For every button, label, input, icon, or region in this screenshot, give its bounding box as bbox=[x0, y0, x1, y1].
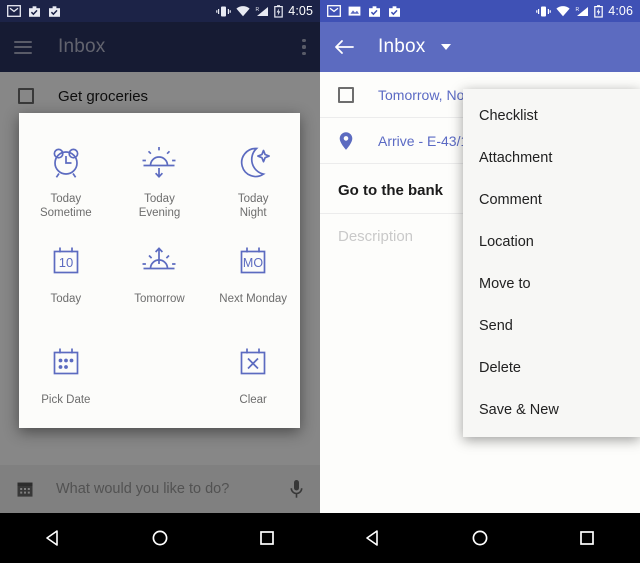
date-option-label: Today Sometime bbox=[39, 193, 92, 219]
calendar-10-icon: 10 bbox=[46, 241, 86, 283]
back-triangle-icon[interactable] bbox=[343, 513, 403, 563]
gmail-icon bbox=[7, 5, 21, 17]
date-option-label: Tomorrow bbox=[134, 293, 185, 306]
calendar-mo-icon: MO bbox=[233, 241, 273, 283]
menu-item-checklist[interactable]: Checklist bbox=[463, 95, 640, 137]
calendar-dots-icon bbox=[46, 342, 86, 384]
date-option-label: Clear bbox=[239, 393, 267, 406]
status-system-icons: R 4:06 bbox=[536, 4, 633, 18]
right-status-bar: R 4:06 bbox=[320, 0, 640, 22]
date-option-label: Pick Date bbox=[41, 393, 91, 406]
left-status-bar: R 4:05 bbox=[0, 0, 320, 22]
status-notification-icons bbox=[7, 5, 61, 18]
date-option-label: Next Monday bbox=[219, 293, 288, 306]
task-icon bbox=[49, 5, 60, 17]
vibrate-icon bbox=[536, 6, 552, 16]
menu-item-attachment[interactable]: Attachment bbox=[463, 137, 640, 179]
task-icon bbox=[29, 5, 40, 17]
right-phone-screen: R 4:06 Inbox Tomorrow, Nov 1 Arrive - E-… bbox=[320, 0, 640, 563]
chevron-down-icon[interactable] bbox=[441, 44, 452, 50]
moon-star-icon bbox=[233, 141, 273, 183]
status-notification-icons bbox=[327, 5, 401, 18]
date-option-pick-date[interactable]: Pick Date bbox=[19, 328, 113, 428]
location-pin-icon bbox=[339, 131, 353, 150]
date-option-today-evening[interactable]: Today Evening bbox=[113, 127, 207, 227]
svg-text:R: R bbox=[256, 7, 260, 13]
menu-item-save-and-new[interactable]: Save & New bbox=[463, 389, 640, 431]
date-option-today-night[interactable]: Today Night bbox=[206, 127, 300, 227]
recents-square-icon[interactable] bbox=[557, 513, 617, 563]
photo-icon bbox=[348, 6, 361, 16]
overflow-popup-menu: Checklist Attachment Comment Location Mo… bbox=[463, 89, 640, 437]
sun-set-icon bbox=[139, 141, 179, 183]
task-icon bbox=[369, 5, 380, 17]
date-option-label: Today bbox=[50, 293, 82, 306]
right-toolbar: Inbox bbox=[320, 22, 640, 72]
back-triangle-icon[interactable] bbox=[23, 513, 83, 563]
menu-item-delete[interactable]: Delete bbox=[463, 347, 640, 389]
wifi-icon bbox=[556, 5, 570, 16]
svg-text:R: R bbox=[576, 7, 580, 13]
date-option-label: Today Night bbox=[237, 193, 269, 219]
status-system-icons: R 4:05 bbox=[216, 4, 313, 18]
android-nav-bar bbox=[320, 513, 640, 563]
home-circle-icon[interactable] bbox=[130, 513, 190, 563]
recents-square-icon[interactable] bbox=[237, 513, 297, 563]
unchecked-checkbox[interactable] bbox=[338, 86, 354, 103]
menu-item-comment[interactable]: Comment bbox=[463, 179, 640, 221]
page-title: Inbox bbox=[378, 36, 426, 57]
dual-screenshot: R 4:05 Inbox Get groceries What would yo… bbox=[0, 0, 640, 563]
signal-roaming-icon: R bbox=[256, 6, 269, 16]
home-circle-icon[interactable] bbox=[450, 513, 510, 563]
battery-charging-icon bbox=[274, 4, 284, 18]
task-detail: Tomorrow, Nov 1 Arrive - E-43/1, P Go to… bbox=[320, 72, 640, 563]
wifi-icon bbox=[236, 5, 250, 16]
date-option-clear[interactable]: Clear bbox=[206, 328, 300, 428]
back-arrow-icon[interactable] bbox=[334, 39, 354, 55]
date-picker-dialog: Today Sometime Today Evening Today Night… bbox=[19, 113, 300, 428]
date-option-today[interactable]: 10 Today bbox=[19, 227, 113, 327]
alarm-clock-icon bbox=[46, 141, 86, 183]
status-clock: 4:05 bbox=[288, 4, 313, 18]
menu-item-move-to[interactable]: Move to bbox=[463, 263, 640, 305]
battery-charging-icon bbox=[594, 4, 604, 18]
signal-roaming-icon: R bbox=[576, 6, 589, 16]
gmail-icon bbox=[327, 5, 341, 17]
date-option-next-monday[interactable]: MO Next Monday bbox=[206, 227, 300, 327]
task-icon bbox=[389, 5, 400, 17]
android-nav-bar bbox=[0, 513, 320, 563]
svg-text:10: 10 bbox=[59, 255, 73, 270]
svg-text:MO: MO bbox=[243, 256, 263, 270]
vibrate-icon bbox=[216, 6, 232, 16]
status-clock: 4:06 bbox=[608, 4, 633, 18]
date-option-label: Today Evening bbox=[138, 193, 181, 219]
date-option-today-sometime[interactable]: Today Sometime bbox=[19, 127, 113, 227]
menu-item-location[interactable]: Location bbox=[463, 221, 640, 263]
sun-rise-icon bbox=[139, 241, 179, 283]
menu-item-send[interactable]: Send bbox=[463, 305, 640, 347]
calendar-x-icon bbox=[233, 342, 273, 384]
date-option-tomorrow[interactable]: Tomorrow bbox=[113, 227, 207, 327]
left-phone-screen: R 4:05 Inbox Get groceries What would yo… bbox=[0, 0, 320, 563]
